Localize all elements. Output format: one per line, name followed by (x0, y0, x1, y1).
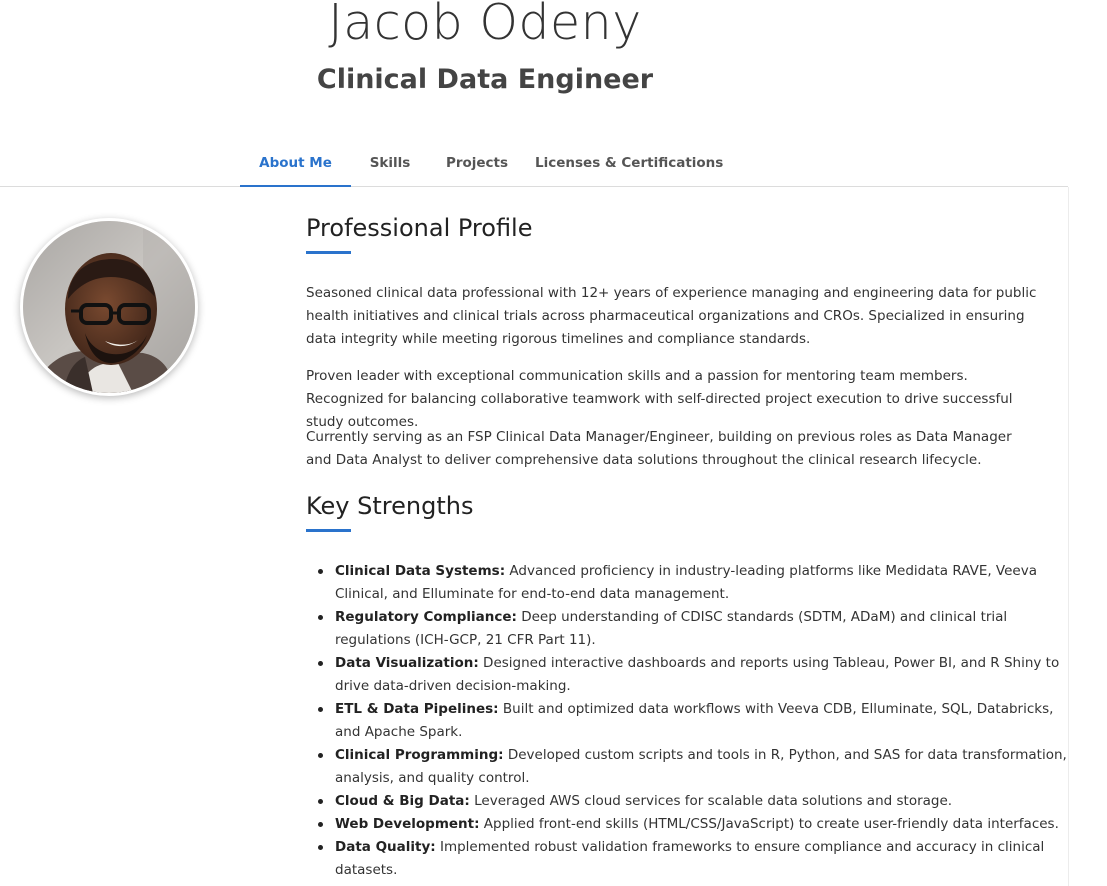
strength-label: Cloud & Big Data: (335, 793, 470, 809)
bullet-icon (318, 845, 323, 850)
heading-underline (306, 529, 351, 532)
bullet-icon (318, 753, 323, 758)
strength-label: ETL & Data Pipelines: (335, 701, 499, 717)
strength-label: Web Development: (335, 816, 480, 832)
bullet-icon (318, 615, 323, 620)
job-title: Clinical Data Engineer (316, 64, 654, 95)
list-item: Clinical Data Systems: Advanced proficie… (318, 560, 1075, 606)
bullet-icon (318, 822, 323, 827)
tab-licenses-certifications[interactable]: Licenses & Certifications (535, 144, 723, 186)
bullet-icon (318, 569, 323, 574)
heading-underline (306, 251, 351, 254)
portfolio-page: Jacob Odeny Clinical Data Engineer About… (0, 0, 1107, 886)
strength-text: Implemented robust validation frameworks… (335, 839, 1045, 878)
list-item: Clinical Programming: Developed custom s… (318, 744, 1075, 790)
strength-label: Data Quality: (335, 839, 436, 855)
bullet-icon (318, 661, 323, 666)
profile-paragraph-1: Seasoned clinical data professional with… (306, 285, 1037, 347)
tab-bar: About Me Skills Projects Licenses & Cert… (0, 144, 1068, 187)
strength-label: Clinical Programming: (335, 747, 504, 763)
professional-profile-heading: Professional Profile (306, 214, 533, 242)
bullet-icon (318, 799, 323, 804)
avatar (20, 218, 198, 396)
strength-text: Applied front-end skills (HTML/CSS/JavaS… (479, 816, 1059, 832)
strength-label: Data Visualization: (335, 655, 479, 671)
tab-projects[interactable]: Projects (437, 144, 517, 186)
list-item: Regulatory Compliance: Deep understandin… (318, 606, 1075, 652)
strength-text: Leveraged AWS cloud services for scalabl… (469, 793, 953, 809)
list-item: Data Visualization: Designed interactive… (318, 652, 1075, 698)
tab-about-me[interactable]: About Me (240, 144, 351, 187)
key-strengths-list: Clinical Data Systems: Advanced proficie… (306, 560, 1075, 882)
list-item: Data Quality: Implemented robust validat… (318, 836, 1075, 882)
key-strengths-heading: Key Strengths (306, 492, 474, 520)
strength-label: Clinical Data Systems: (335, 563, 506, 579)
list-item: ETL & Data Pipelines: Built and optimize… (318, 698, 1075, 744)
bullet-icon (318, 707, 323, 712)
tab-skills[interactable]: Skills (361, 144, 419, 186)
strength-label: Regulatory Compliance: (335, 609, 517, 625)
profile-paragraph-2: Proven leader with exceptional communica… (306, 368, 1013, 430)
profile-photo (23, 221, 195, 393)
profile-paragraph-3: Currently serving as an FSP Clinical Dat… (306, 429, 1012, 468)
list-item: Web Development: Applied front-end skill… (318, 813, 1075, 836)
name-heading: Jacob Odeny (328, 0, 642, 51)
list-item: Cloud & Big Data: Leveraged AWS cloud se… (318, 790, 1075, 813)
